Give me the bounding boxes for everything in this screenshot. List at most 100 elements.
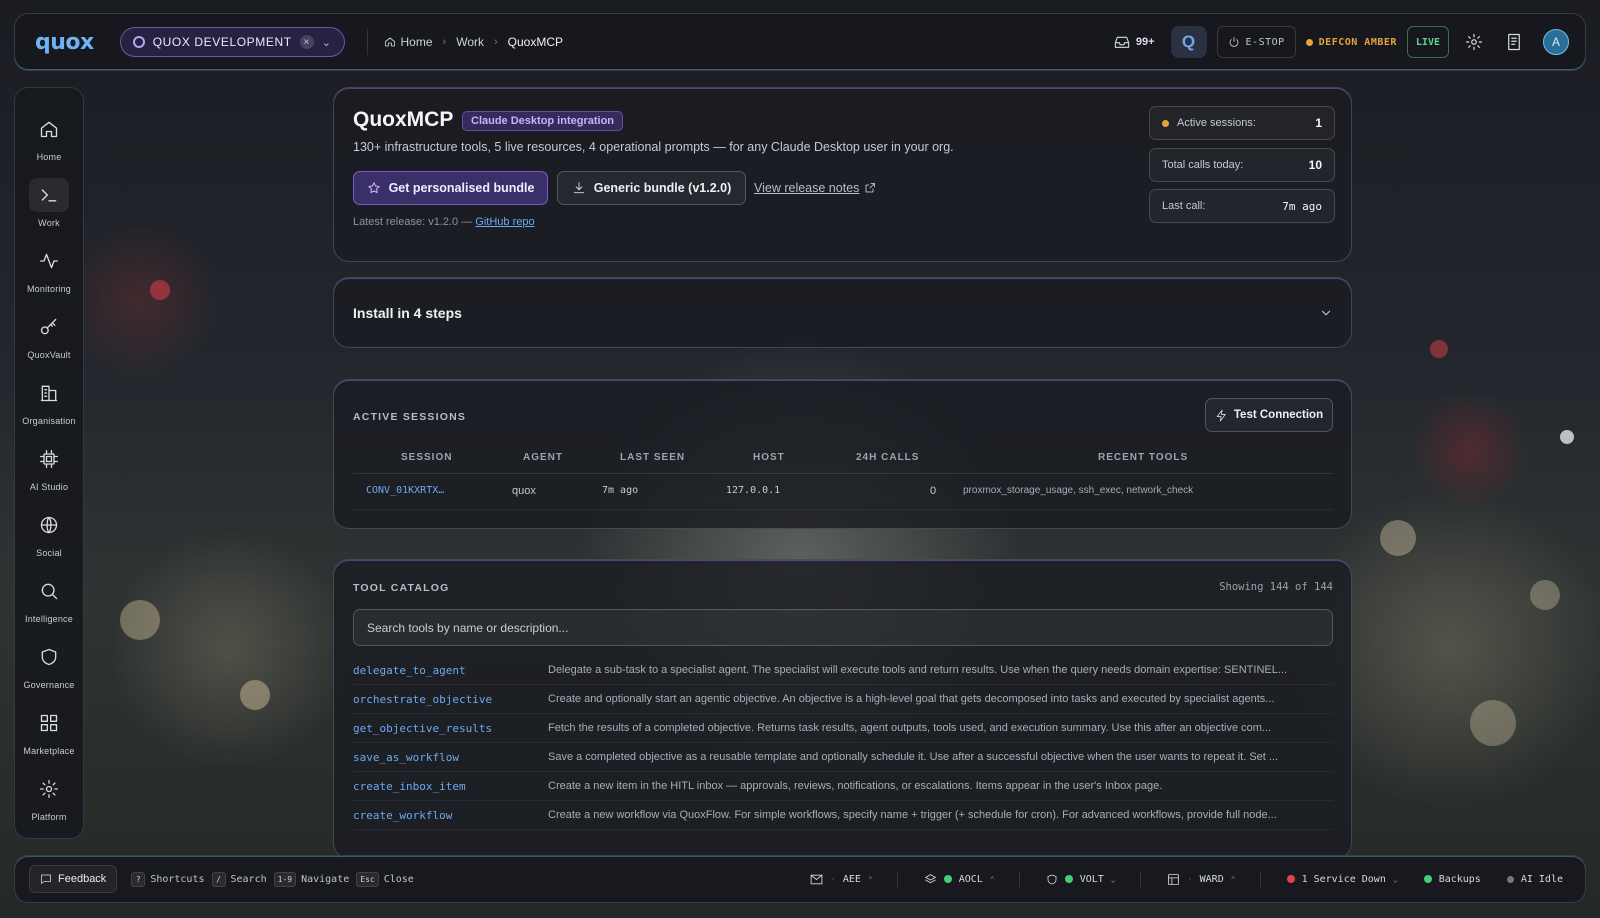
tool-row[interactable]: create_workflow Create a new workflow vi… <box>353 801 1333 830</box>
tool-row[interactable]: orchestrate_objective Create and optiona… <box>353 685 1333 714</box>
chevron-down-icon[interactable] <box>1319 306 1333 325</box>
active-sessions-card: ACTIVE SESSIONS Test Connection SESSION … <box>333 379 1352 529</box>
session-agent: quox <box>512 485 536 497</box>
tool-name[interactable]: delegate_to_agent <box>353 664 548 677</box>
defcon-status[interactable]: DEFCON AMBER <box>1305 37 1397 48</box>
ward-status[interactable]: · WARD ⌃ <box>1167 873 1236 886</box>
breadcrumb-home[interactable]: Home <box>384 35 433 49</box>
download-icon <box>573 182 584 194</box>
sidebar-item-work[interactable]: Work <box>19 172 79 230</box>
app-logo[interactable]: quox <box>35 30 94 55</box>
breadcrumb: Home › Work › QuoxMCP <box>384 35 563 49</box>
avatar[interactable]: A <box>1543 29 1569 55</box>
tool-description: Delegate a sub-task to a specialist agen… <box>548 664 1288 676</box>
lightning-icon <box>1216 409 1226 421</box>
close-icon[interactable]: × <box>299 35 314 49</box>
column-header: 24H CALLS <box>856 452 920 463</box>
aocl-status[interactable]: AOCL ⌃ <box>924 873 995 886</box>
key-icon <box>29 310 69 344</box>
tool-name[interactable]: get_objective_results <box>353 722 548 735</box>
tool-description: Save a completed objective as a reusable… <box>548 751 1279 763</box>
tool-row[interactable]: save_as_workflow Save a completed object… <box>353 743 1333 772</box>
tool-row[interactable]: get_objective_results Fetch the results … <box>353 714 1333 743</box>
session-id-link[interactable]: CONV_01KXRTX… <box>366 485 444 496</box>
backups-status[interactable]: Backups <box>1423 874 1481 885</box>
tool-name[interactable]: create_inbox_item <box>353 780 548 793</box>
divider <box>366 29 368 55</box>
divider: · <box>829 873 836 885</box>
latest-release-text: Latest release: v1.2.0 — GitHub repo <box>353 216 535 228</box>
ai-status[interactable]: AI Idle <box>1506 874 1563 885</box>
tool-catalog-card: TOOL CATALOG Showing 144 of 144 delegate… <box>333 559 1352 859</box>
sidebar-item-intelligence[interactable]: Intelligence <box>19 568 79 626</box>
tool-row[interactable]: create_inbox_item Create a new item in t… <box>353 772 1333 801</box>
quox-assistant-button[interactable]: Q <box>1170 26 1207 58</box>
chevron-down-icon: ⌄ <box>1110 874 1116 884</box>
github-repo-link[interactable]: GitHub repo <box>475 216 534 228</box>
home-icon <box>29 112 69 146</box>
gear-icon <box>1465 33 1483 51</box>
shortcut-label: Navigate <box>301 873 350 885</box>
tool-description: Create a new item in the HITL inbox — ap… <box>548 780 1163 792</box>
sidebar-item-social[interactable]: Social <box>19 502 79 560</box>
generic-bundle-button[interactable]: Generic bundle (v1.2.0) <box>557 171 746 205</box>
feedback-button[interactable]: Feedback <box>29 865 118 893</box>
layers-icon <box>924 873 936 883</box>
status-dot <box>1162 119 1169 127</box>
stat-last-call: Last call: 7m ago <box>1149 189 1335 223</box>
divider <box>1018 871 1020 887</box>
search-icon <box>29 574 69 608</box>
session-last-seen: 7m ago <box>602 485 639 496</box>
release-notes-link[interactable]: View release notes <box>754 181 876 195</box>
sidebar-item-home[interactable]: Home <box>19 106 79 164</box>
tool-name[interactable]: orchestrate_objective <box>353 693 548 706</box>
sidebar-item-monitoring[interactable]: Monitoring <box>19 238 79 296</box>
mail-icon <box>810 874 823 884</box>
page-title: QuoxMCP <box>353 108 454 131</box>
estop-button[interactable]: E-STOP <box>1216 26 1296 58</box>
install-accordion[interactable]: Install in 4 steps <box>333 277 1352 348</box>
get-personalised-bundle-button[interactable]: Get personalised bundle <box>353 171 548 205</box>
star-icon <box>367 182 380 194</box>
sidebar-item-platform[interactable]: Platform <box>19 766 79 824</box>
status-dot <box>1286 875 1295 883</box>
result-count: Showing 144 of 144 <box>1219 581 1333 593</box>
sidebar-item-quoxvault[interactable]: QuoxVault <box>19 304 79 362</box>
settings-button[interactable] <box>1459 27 1489 57</box>
live-badge[interactable]: LIVE <box>1406 26 1449 58</box>
chevron-down-icon[interactable]: ⌄ <box>322 36 332 49</box>
column-header: LAST SEEN <box>620 452 686 463</box>
sidebar-item-governance[interactable]: Governance <box>19 634 79 692</box>
shortcut-key: Esc <box>356 871 379 887</box>
aee-status[interactable]: · AEE ⌃ <box>810 874 873 885</box>
volt-status[interactable]: VOLT ⌄ <box>1046 873 1116 886</box>
stat-active-sessions: Active sessions: 1 <box>1149 106 1335 140</box>
divider <box>1139 871 1141 887</box>
workspace-selector[interactable]: QUOX DEVELOPMENT × ⌄ <box>119 27 345 57</box>
sidebar-item-ai-studio[interactable]: AI Studio <box>19 436 79 494</box>
status-dot <box>1064 875 1073 883</box>
service-status[interactable]: 1 Service Down ⌄ <box>1286 874 1398 885</box>
sidebar-item-marketplace[interactable]: Marketplace <box>19 700 79 758</box>
divider <box>1259 871 1261 887</box>
tool-description: Fetch the results of a completed objecti… <box>548 722 1272 734</box>
breadcrumb-work[interactable]: Work <box>456 35 484 49</box>
divider <box>353 473 1333 474</box>
status-bar: Feedback ? Shortcuts / Search 1-9 Navigate … <box>14 855 1586 903</box>
tool-row[interactable]: delegate_to_agent Delegate a sub-task to… <box>353 656 1333 685</box>
chevron-up-icon: ⌃ <box>989 874 995 884</box>
docs-button[interactable] <box>1499 27 1529 57</box>
inbox-button[interactable]: 99+ <box>1114 35 1155 49</box>
globe-icon <box>29 508 69 542</box>
sidebar-item-organisation[interactable]: Organisation <box>19 370 79 428</box>
test-connection-button[interactable]: Test Connection <box>1205 398 1333 432</box>
panel-icon <box>1167 873 1179 885</box>
status-dot <box>1506 875 1514 883</box>
status-dot <box>943 875 952 883</box>
integration-badge: Claude Desktop integration <box>462 111 624 131</box>
status-dot <box>1305 38 1313 46</box>
message-icon <box>41 874 51 884</box>
tool-search-input[interactable] <box>353 609 1333 646</box>
tool-name[interactable]: save_as_workflow <box>353 751 548 764</box>
tool-name[interactable]: create_workflow <box>353 809 548 822</box>
